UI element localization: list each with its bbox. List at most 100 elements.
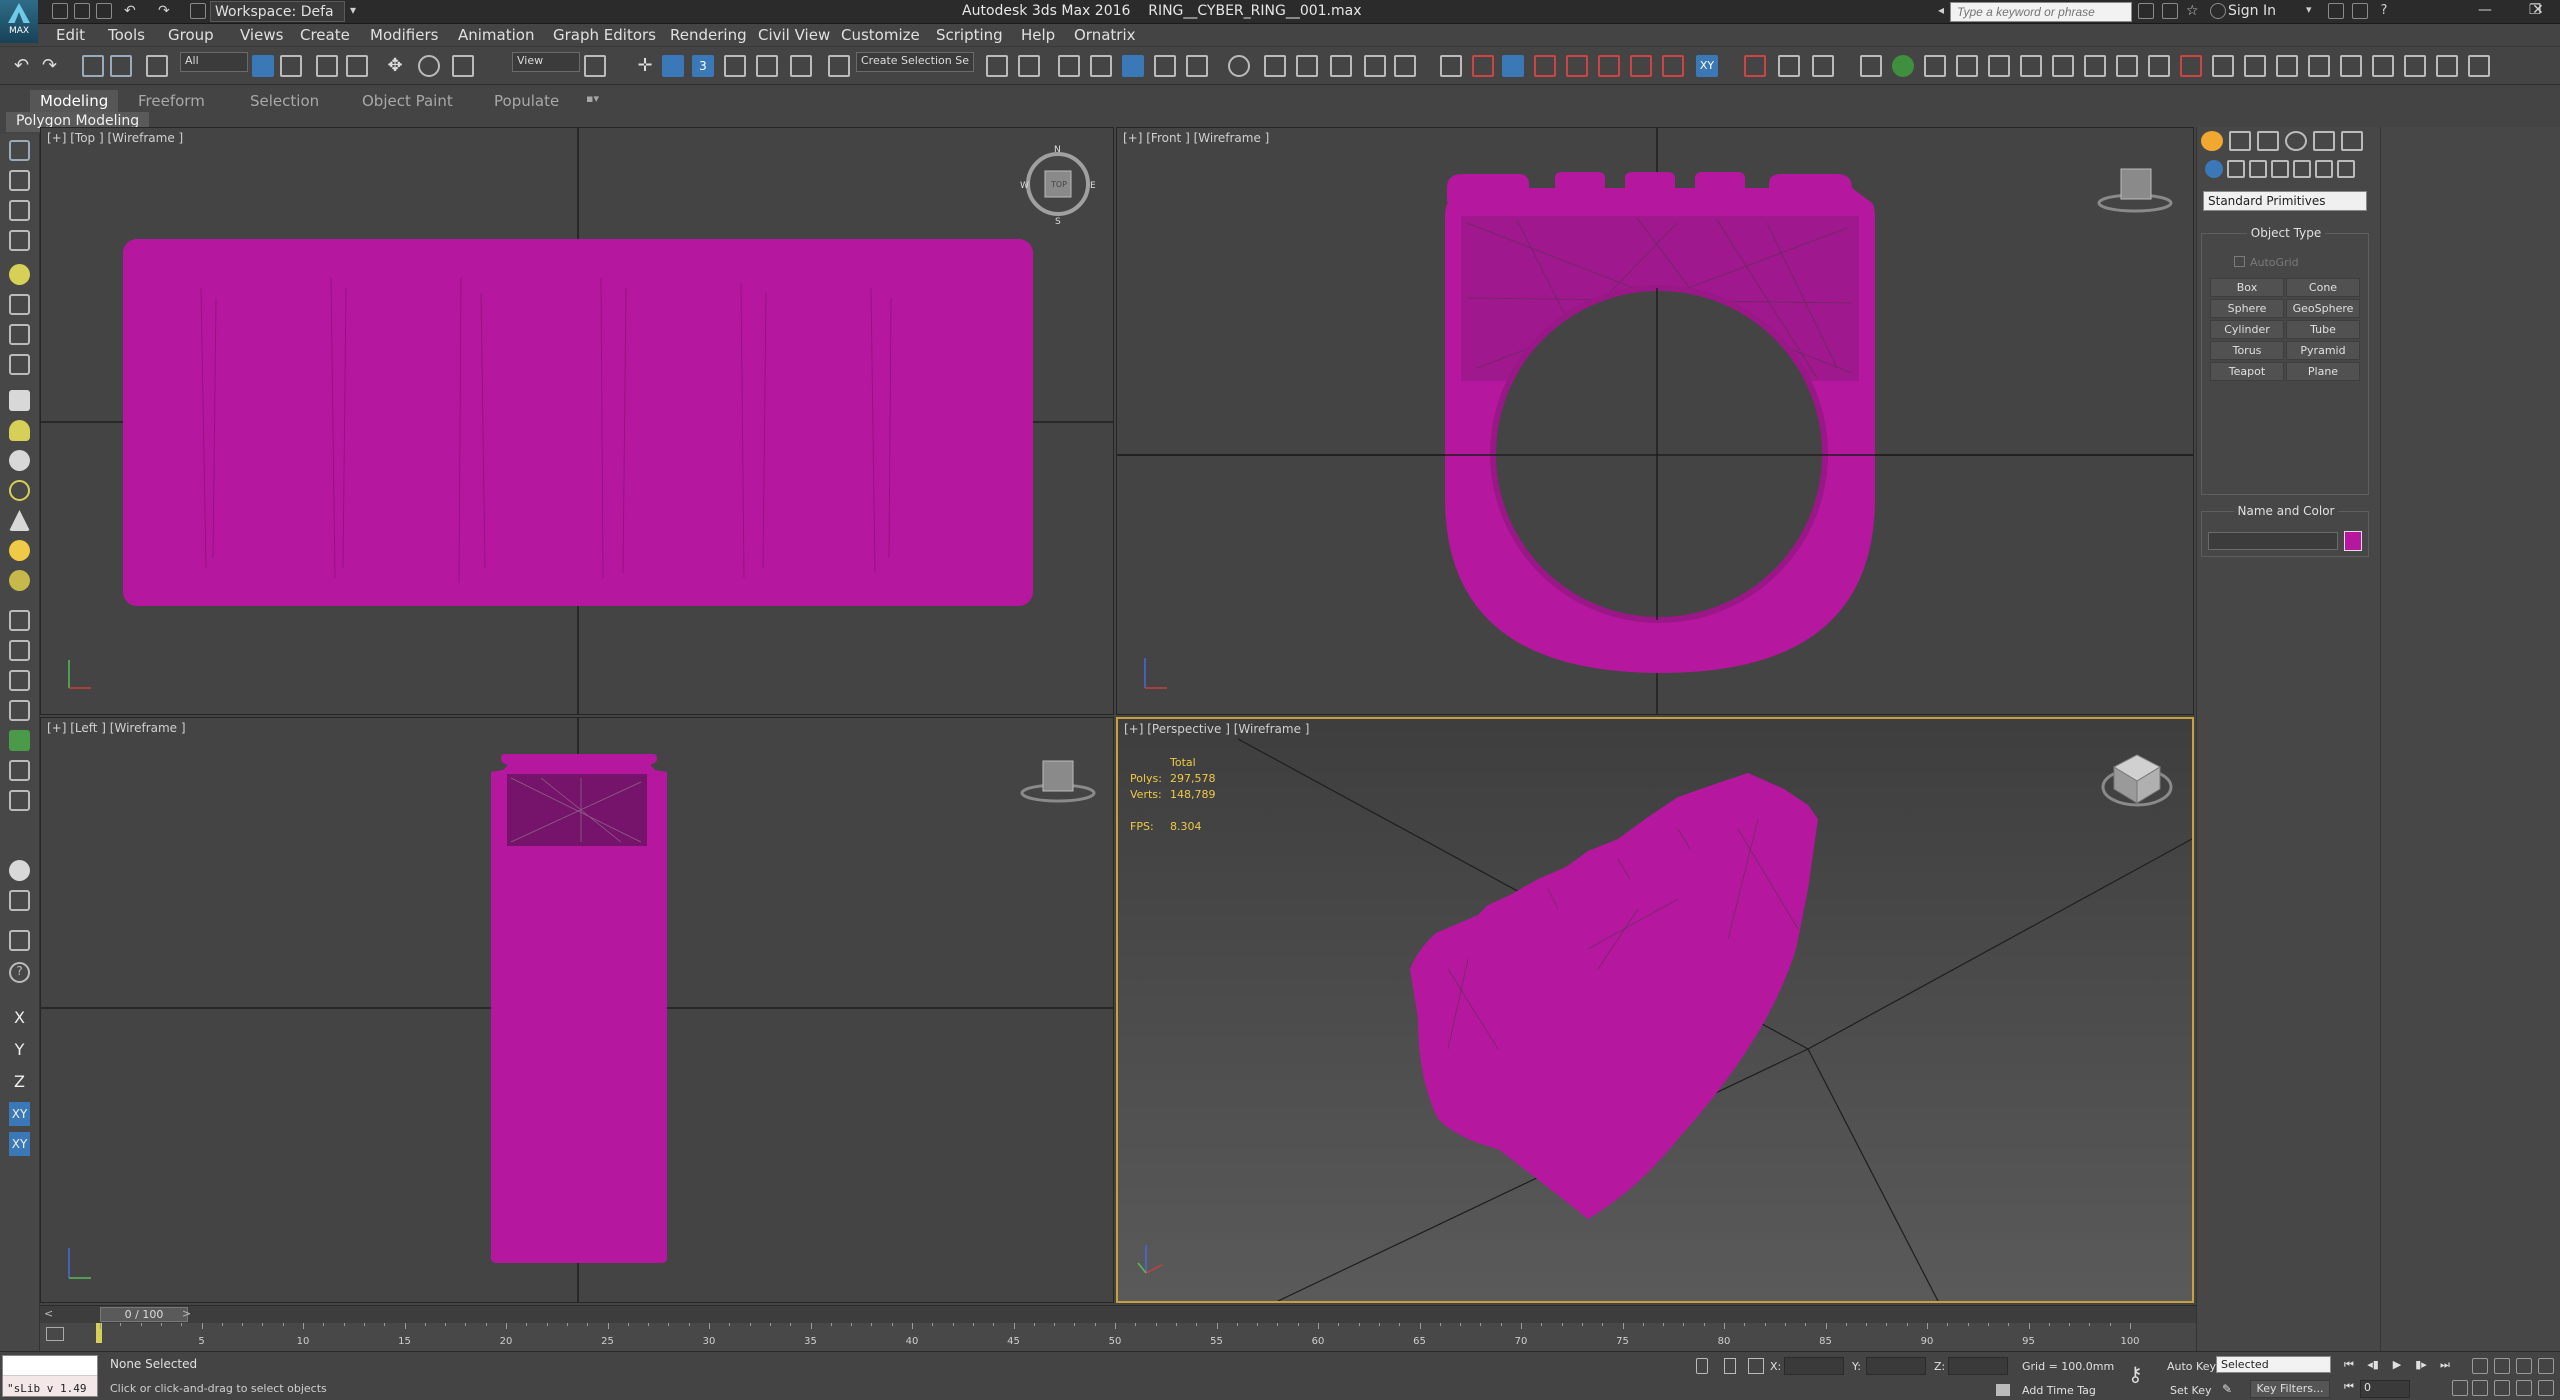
primitive-category-dropdown[interactable]: Standard Primitives xyxy=(2203,191,2367,211)
sphere-primitive-icon[interactable] xyxy=(9,450,30,471)
ornatrix-strand-icon[interactable] xyxy=(1534,55,1556,77)
menu-customize[interactable]: Customize xyxy=(841,26,920,44)
render-in-cloud-icon[interactable] xyxy=(1394,55,1416,77)
teapot-button[interactable]: Teapot xyxy=(2210,362,2284,381)
project-folder-icon[interactable] xyxy=(190,3,206,19)
selection-filter-dropdown[interactable]: All xyxy=(180,52,248,72)
plugin-18-icon[interactable] xyxy=(2404,55,2426,77)
zoom-extents-all-icon[interactable] xyxy=(2538,1358,2554,1374)
app-logo-button[interactable]: MAX xyxy=(0,0,38,43)
cameras-subtab-icon[interactable] xyxy=(2271,160,2289,178)
utilities-tab-icon[interactable] xyxy=(2341,131,2363,151)
viewcube-left[interactable] xyxy=(1020,760,1096,803)
rectangular-selection-icon[interactable] xyxy=(316,55,338,77)
viewcube-front[interactable] xyxy=(2097,168,2173,213)
time-slider[interactable]: < 0 / 100 > xyxy=(40,1305,2196,1323)
add-time-tag-button[interactable]: Add Time Tag xyxy=(2022,1384,2096,1397)
play-icon[interactable]: ▶ xyxy=(2388,1358,2406,1374)
plugin-17-icon[interactable] xyxy=(2372,55,2394,77)
favorites-star-icon[interactable]: ☆ xyxy=(2186,3,2202,19)
dome-light-icon[interactable] xyxy=(9,420,30,441)
tool-9-icon[interactable] xyxy=(9,890,30,911)
ornatrix-grid-icon[interactable] xyxy=(1440,55,1462,77)
box-button[interactable]: Box xyxy=(2210,278,2284,297)
object-type-rollout-title[interactable]: Object Type xyxy=(2202,226,2370,240)
plugin-20-icon[interactable] xyxy=(2468,55,2490,77)
light-icon[interactable] xyxy=(9,264,30,285)
tool-2-icon[interactable] xyxy=(9,640,30,661)
percent-snap-icon[interactable] xyxy=(756,55,778,77)
viewport-top[interactable]: TOP N W E S [+] [Top ] [Wireframe ] xyxy=(40,127,1114,715)
distance-tool-icon[interactable] xyxy=(1744,55,1766,77)
menu-edit[interactable]: Edit xyxy=(56,26,85,44)
ornatrix-clump-icon[interactable] xyxy=(1566,55,1588,77)
zoom-icon[interactable] xyxy=(2472,1358,2488,1374)
plugin-15-icon[interactable] xyxy=(2308,55,2330,77)
angle-snap-icon[interactable] xyxy=(724,55,746,77)
tool-3-icon[interactable] xyxy=(9,670,30,691)
zoom-all-icon[interactable] xyxy=(2494,1358,2510,1374)
auto-key-button[interactable]: Auto Key xyxy=(2167,1360,2216,1373)
omni-light-icon[interactable] xyxy=(9,570,30,591)
select-object-icon[interactable] xyxy=(252,55,274,77)
ornatrix-curl-icon[interactable] xyxy=(1598,55,1620,77)
help-icon[interactable]: ? xyxy=(9,962,30,983)
geometry-subtab-icon[interactable] xyxy=(2205,160,2223,178)
new-file-icon[interactable] xyxy=(52,3,68,19)
select-and-scale-icon[interactable] xyxy=(452,55,474,77)
orbit-icon[interactable] xyxy=(2516,1380,2532,1396)
cylinder-button[interactable]: Cylinder xyxy=(2210,320,2284,339)
field-of-view-icon[interactable] xyxy=(2472,1380,2488,1396)
undo-icon[interactable]: ↶ xyxy=(14,55,36,77)
axis-y-button[interactable]: Y xyxy=(9,1038,30,1062)
measure-icon[interactable] xyxy=(1778,55,1800,77)
viewcube-perspective[interactable] xyxy=(2101,754,2173,807)
plugin-19-icon[interactable] xyxy=(2436,55,2458,77)
select-and-link-icon[interactable] xyxy=(82,55,104,77)
modify-panel-icon[interactable] xyxy=(9,170,30,191)
autogrid-checkbox[interactable]: AutoGrid xyxy=(2234,256,2299,269)
key-mode-toggle-icon[interactable]: ⏮ xyxy=(2340,1380,2358,1396)
open-mini-curve-editor-icon[interactable] xyxy=(46,1327,64,1341)
x-coord-field[interactable] xyxy=(1784,1357,1844,1375)
maximize-viewport-icon[interactable] xyxy=(2538,1380,2554,1396)
z-coord-field[interactable] xyxy=(1948,1357,2008,1375)
key-filters-button[interactable]: Key Filters... xyxy=(2250,1380,2330,1398)
helpers-subtab-icon[interactable] xyxy=(2293,160,2311,178)
axis-z-button[interactable]: Z xyxy=(9,1070,30,1094)
trackbar[interactable]: 5 10 15 20 25 30 35 40 45 50 55 60 65 70 75 80 85 90 95 100 xyxy=(40,1323,2196,1351)
object-color-swatch[interactable] xyxy=(2344,531,2362,551)
systems-subtab-icon[interactable] xyxy=(2337,160,2355,178)
lock-selection-icon[interactable] xyxy=(1696,1358,1708,1374)
spinner-snap-icon[interactable] xyxy=(790,55,812,77)
xy-constraint-icon[interactable]: XY xyxy=(1696,55,1718,77)
close-button[interactable]: ✕ xyxy=(2518,2,2558,22)
axis-x-button[interactable]: X xyxy=(9,1006,30,1030)
plugin-3-icon[interactable] xyxy=(1924,55,1946,77)
create-tab-icon[interactable] xyxy=(2201,131,2223,151)
open-file-icon[interactable] xyxy=(74,3,90,19)
reference-coordinate-dropdown[interactable]: View xyxy=(512,52,580,72)
tab-selection[interactable]: Selection xyxy=(240,90,329,112)
menu-animation[interactable]: Animation xyxy=(458,26,534,44)
set-key-button[interactable]: Set Key xyxy=(2170,1384,2212,1397)
sign-in-dropdown-icon[interactable]: ▾ xyxy=(2306,3,2322,19)
cone-primitive-icon[interactable] xyxy=(9,510,30,531)
viewport-left[interactable]: [+] [Left ] [Wireframe ] xyxy=(40,717,1114,1303)
tool-8-icon[interactable] xyxy=(9,860,30,881)
plugin-5-icon[interactable] xyxy=(1988,55,2010,77)
viewport-front-label[interactable]: [+] [Front ] [Wireframe ] xyxy=(1123,131,1269,145)
torus-button[interactable]: Torus xyxy=(2210,341,2284,360)
select-and-move-icon[interactable]: ✥ xyxy=(384,55,406,77)
plugin-14-icon[interactable] xyxy=(2276,55,2298,77)
ornatrix-guides-icon[interactable] xyxy=(1472,55,1494,77)
cone-button[interactable]: Cone xyxy=(2286,278,2360,297)
sign-in-link[interactable]: Sign In xyxy=(2228,3,2276,19)
material-editor-icon[interactable] xyxy=(1228,55,1250,77)
name-and-color-rollout-title[interactable]: Name and Color xyxy=(2202,504,2370,518)
rendered-frame-window-icon[interactable] xyxy=(1296,55,1318,77)
tool-10-icon[interactable] xyxy=(9,930,30,951)
axis-xy-button[interactable]: XY xyxy=(9,1102,30,1126)
plugin-9-icon[interactable] xyxy=(2116,55,2138,77)
tube-button[interactable]: Tube xyxy=(2286,320,2360,339)
